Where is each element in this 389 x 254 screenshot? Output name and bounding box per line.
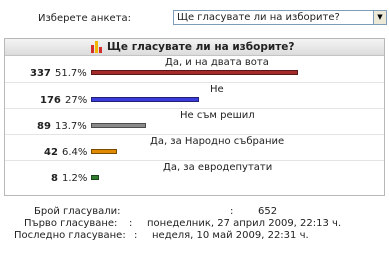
poll-option-label: Не съм решил [180, 110, 255, 121]
poll-option-count: 42 [44, 147, 58, 158]
first-vote-label: Първо гласуване: [24, 218, 118, 229]
poll-option-label: Да, за Народно събрание [150, 136, 285, 147]
poll-option-row: Да, за Народно събрание 42 6.4% [5, 134, 384, 160]
poll-option-percent: 13.7% [55, 121, 87, 132]
poll-selector-label: Изберете анкета: [38, 13, 131, 24]
poll-chart-icon [91, 41, 102, 53]
poll-option-percent: 6.4% [62, 147, 88, 158]
first-vote-sep: : [129, 218, 133, 229]
chevron-down-icon[interactable]: ▼ [373, 11, 386, 24]
poll-option-bar [91, 97, 199, 102]
total-votes-sep: : [230, 206, 234, 217]
poll-option-percent: 51.7% [55, 68, 87, 79]
poll-option-count: 337 [30, 68, 51, 79]
poll-option-row: Да, и на двата вота 337 51.7% [5, 56, 384, 82]
first-vote-value: понеделник, 27 април 2009, 22:13 ч. [147, 218, 342, 229]
poll-option-bar [91, 70, 298, 75]
poll-option-bar [91, 123, 146, 128]
poll-option-label: Да, за евродепутати [163, 162, 273, 173]
poll-results-box: Ще гласувате ли на изборите? Да, и на дв… [4, 38, 385, 196]
poll-header: Ще гласувате ли на изборите? [5, 39, 384, 56]
poll-title: Ще гласувате ли на изборите? [107, 41, 295, 53]
poll-option-row: Не 176 27% [5, 82, 384, 108]
total-votes-value: 652 [258, 206, 278, 217]
poll-option-bar [91, 149, 117, 154]
total-votes-label: Брой гласували: [34, 206, 121, 217]
last-vote-sep: : [134, 230, 138, 241]
poll-option-label: Да, и на двата вота [165, 57, 269, 68]
poll-option-row: Да, за евродепутати 8 1.2% [5, 160, 384, 186]
poll-select-value: Ще гласувате ли на изборите? [177, 12, 340, 23]
last-vote-value: неделя, 10 май 2009, 22:31 ч. [152, 230, 309, 241]
poll-select-dropdown[interactable]: Ще гласувате ли на изборите? ▼ [173, 10, 387, 25]
poll-option-percent: 27% [65, 95, 88, 106]
poll-option-label: Не [210, 84, 224, 95]
poll-option-count: 89 [37, 121, 51, 132]
last-vote-label: Последно гласуване: [14, 230, 126, 241]
poll-option-row: Не съм решил 89 13.7% [5, 108, 384, 134]
poll-option-count: 176 [40, 95, 61, 106]
poll-option-percent: 1.2% [62, 173, 88, 184]
poll-option-count: 8 [51, 173, 58, 184]
poll-option-bar [91, 175, 99, 180]
